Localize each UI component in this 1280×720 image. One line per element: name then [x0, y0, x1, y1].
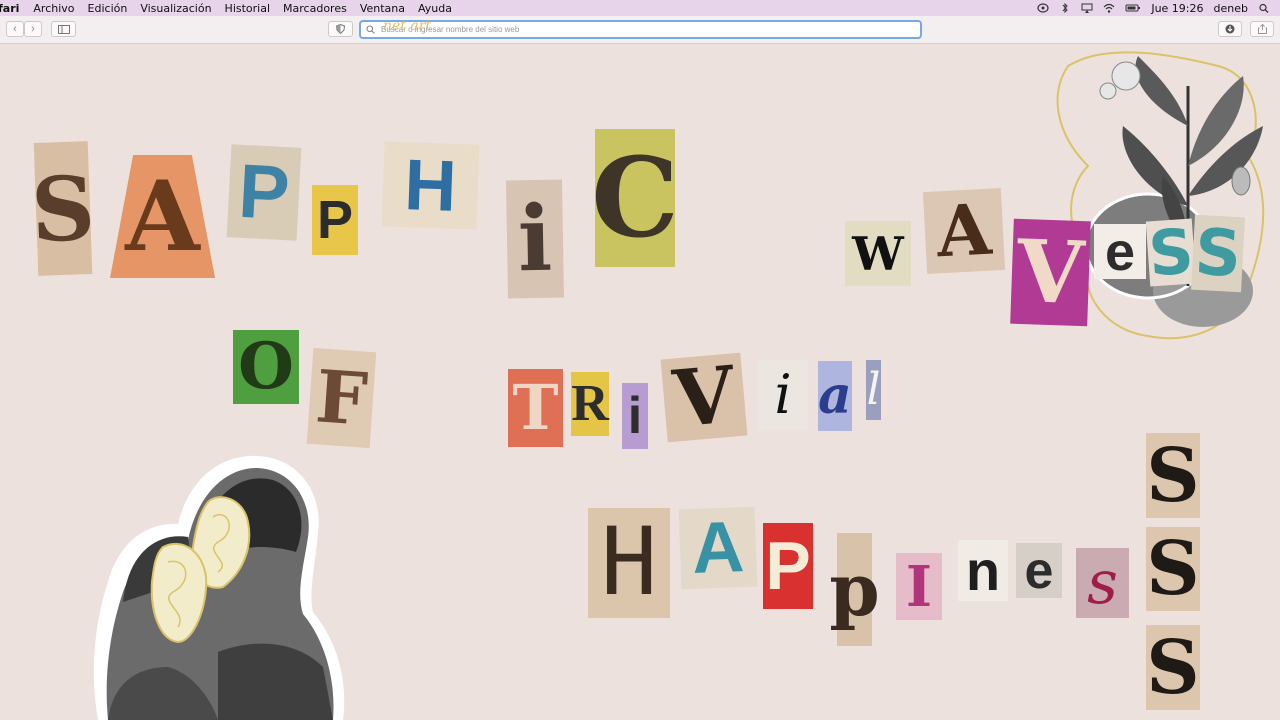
address-bar[interactable]: Buscar o ingresar nombre del sitio web n…	[359, 18, 922, 39]
letter-t: T	[508, 369, 563, 447]
status-area: Jue 19:26 deneb	[1037, 0, 1270, 16]
menu-ventana[interactable]: Ventana	[360, 2, 405, 15]
letter-p-happiness: P	[763, 523, 813, 609]
downloads-button[interactable]	[1218, 21, 1242, 37]
spotlight-search-icon[interactable]	[1258, 3, 1270, 13]
menu-marcadores[interactable]: Marcadores	[283, 2, 347, 15]
shield-icon	[336, 24, 345, 34]
app-menu[interactable]: fari	[0, 2, 19, 15]
letter-p-happiness-2: p	[829, 533, 880, 646]
letter-n: n	[958, 540, 1008, 601]
letter-i-happiness: I	[896, 553, 942, 620]
letter-a-trivial: a	[818, 361, 852, 431]
letter-h: H	[381, 141, 480, 230]
browser-toolbar: ‹ › Buscar o ingresar nombre del sitio w…	[0, 16, 1280, 44]
letter-s-column-2: S	[1146, 526, 1200, 612]
letter-l: l	[866, 360, 881, 420]
letter-p: P	[226, 144, 302, 241]
letter-i-trivial: i	[622, 383, 648, 449]
letter-s: S	[29, 141, 97, 276]
menu-ayuda[interactable]: Ayuda	[418, 2, 452, 15]
letter-v: V	[1010, 218, 1091, 327]
letter-r: R	[571, 372, 609, 436]
menu-bar: fari Archivo Edición Visualización Histo…	[0, 0, 1280, 16]
sidebar-icon	[57, 24, 70, 34]
letter-s-column-1: S	[1146, 432, 1200, 519]
airplay-icon[interactable]	[1081, 3, 1093, 13]
letter-s-happiness: s	[1076, 548, 1129, 618]
letter-c: C	[591, 129, 679, 267]
search-icon	[366, 25, 375, 34]
letter-h-happiness: H	[588, 508, 670, 618]
sidebar-button[interactable]	[51, 21, 76, 37]
share-icon	[1257, 24, 1267, 34]
letter-e-happiness: e	[1016, 543, 1062, 598]
letter-a: A	[110, 155, 215, 278]
forward-button[interactable]: ›	[24, 21, 42, 37]
menu-visualizacion[interactable]: Visualización	[140, 2, 211, 15]
menu-historial[interactable]: Historial	[225, 2, 270, 15]
back-button[interactable]: ‹	[6, 21, 24, 37]
letter-v-trivial: V	[660, 349, 748, 445]
letter-f: F	[306, 347, 377, 449]
menu-archivo[interactable]: Archivo	[33, 2, 74, 15]
user-name[interactable]: deneb	[1214, 2, 1248, 15]
bluetooth-icon[interactable]	[1059, 3, 1071, 13]
letter-s-column-3: S	[1146, 624, 1200, 711]
download-icon	[1225, 24, 1235, 34]
letter-s-waves-2: S	[1191, 214, 1245, 293]
collage-photo-women	[93, 455, 345, 720]
menu-edicion[interactable]: Edición	[88, 2, 128, 15]
letter-i: i	[505, 179, 565, 299]
letter-e: e	[1094, 224, 1146, 279]
wifi-icon[interactable]	[1103, 3, 1115, 13]
letter-i-trivial-2: i	[758, 360, 808, 430]
battery-icon[interactable]	[1125, 3, 1141, 13]
chevron-left-icon: ‹	[13, 23, 17, 35]
net-art-watermark: net art	[383, 18, 432, 34]
letter-a-happiness: A	[678, 506, 758, 590]
letter-a-waves: A	[922, 188, 1006, 274]
letter-s-waves: S	[1145, 214, 1197, 290]
letter-o: O	[233, 330, 299, 404]
letter-p-2: P	[312, 185, 358, 255]
creative-cloud-icon[interactable]	[1037, 3, 1049, 13]
privacy-report-button[interactable]	[328, 21, 353, 37]
share-button[interactable]	[1250, 21, 1274, 37]
letter-w: W	[845, 221, 911, 286]
clock[interactable]: Jue 19:26	[1151, 2, 1203, 15]
chevron-right-icon: ›	[31, 23, 35, 35]
